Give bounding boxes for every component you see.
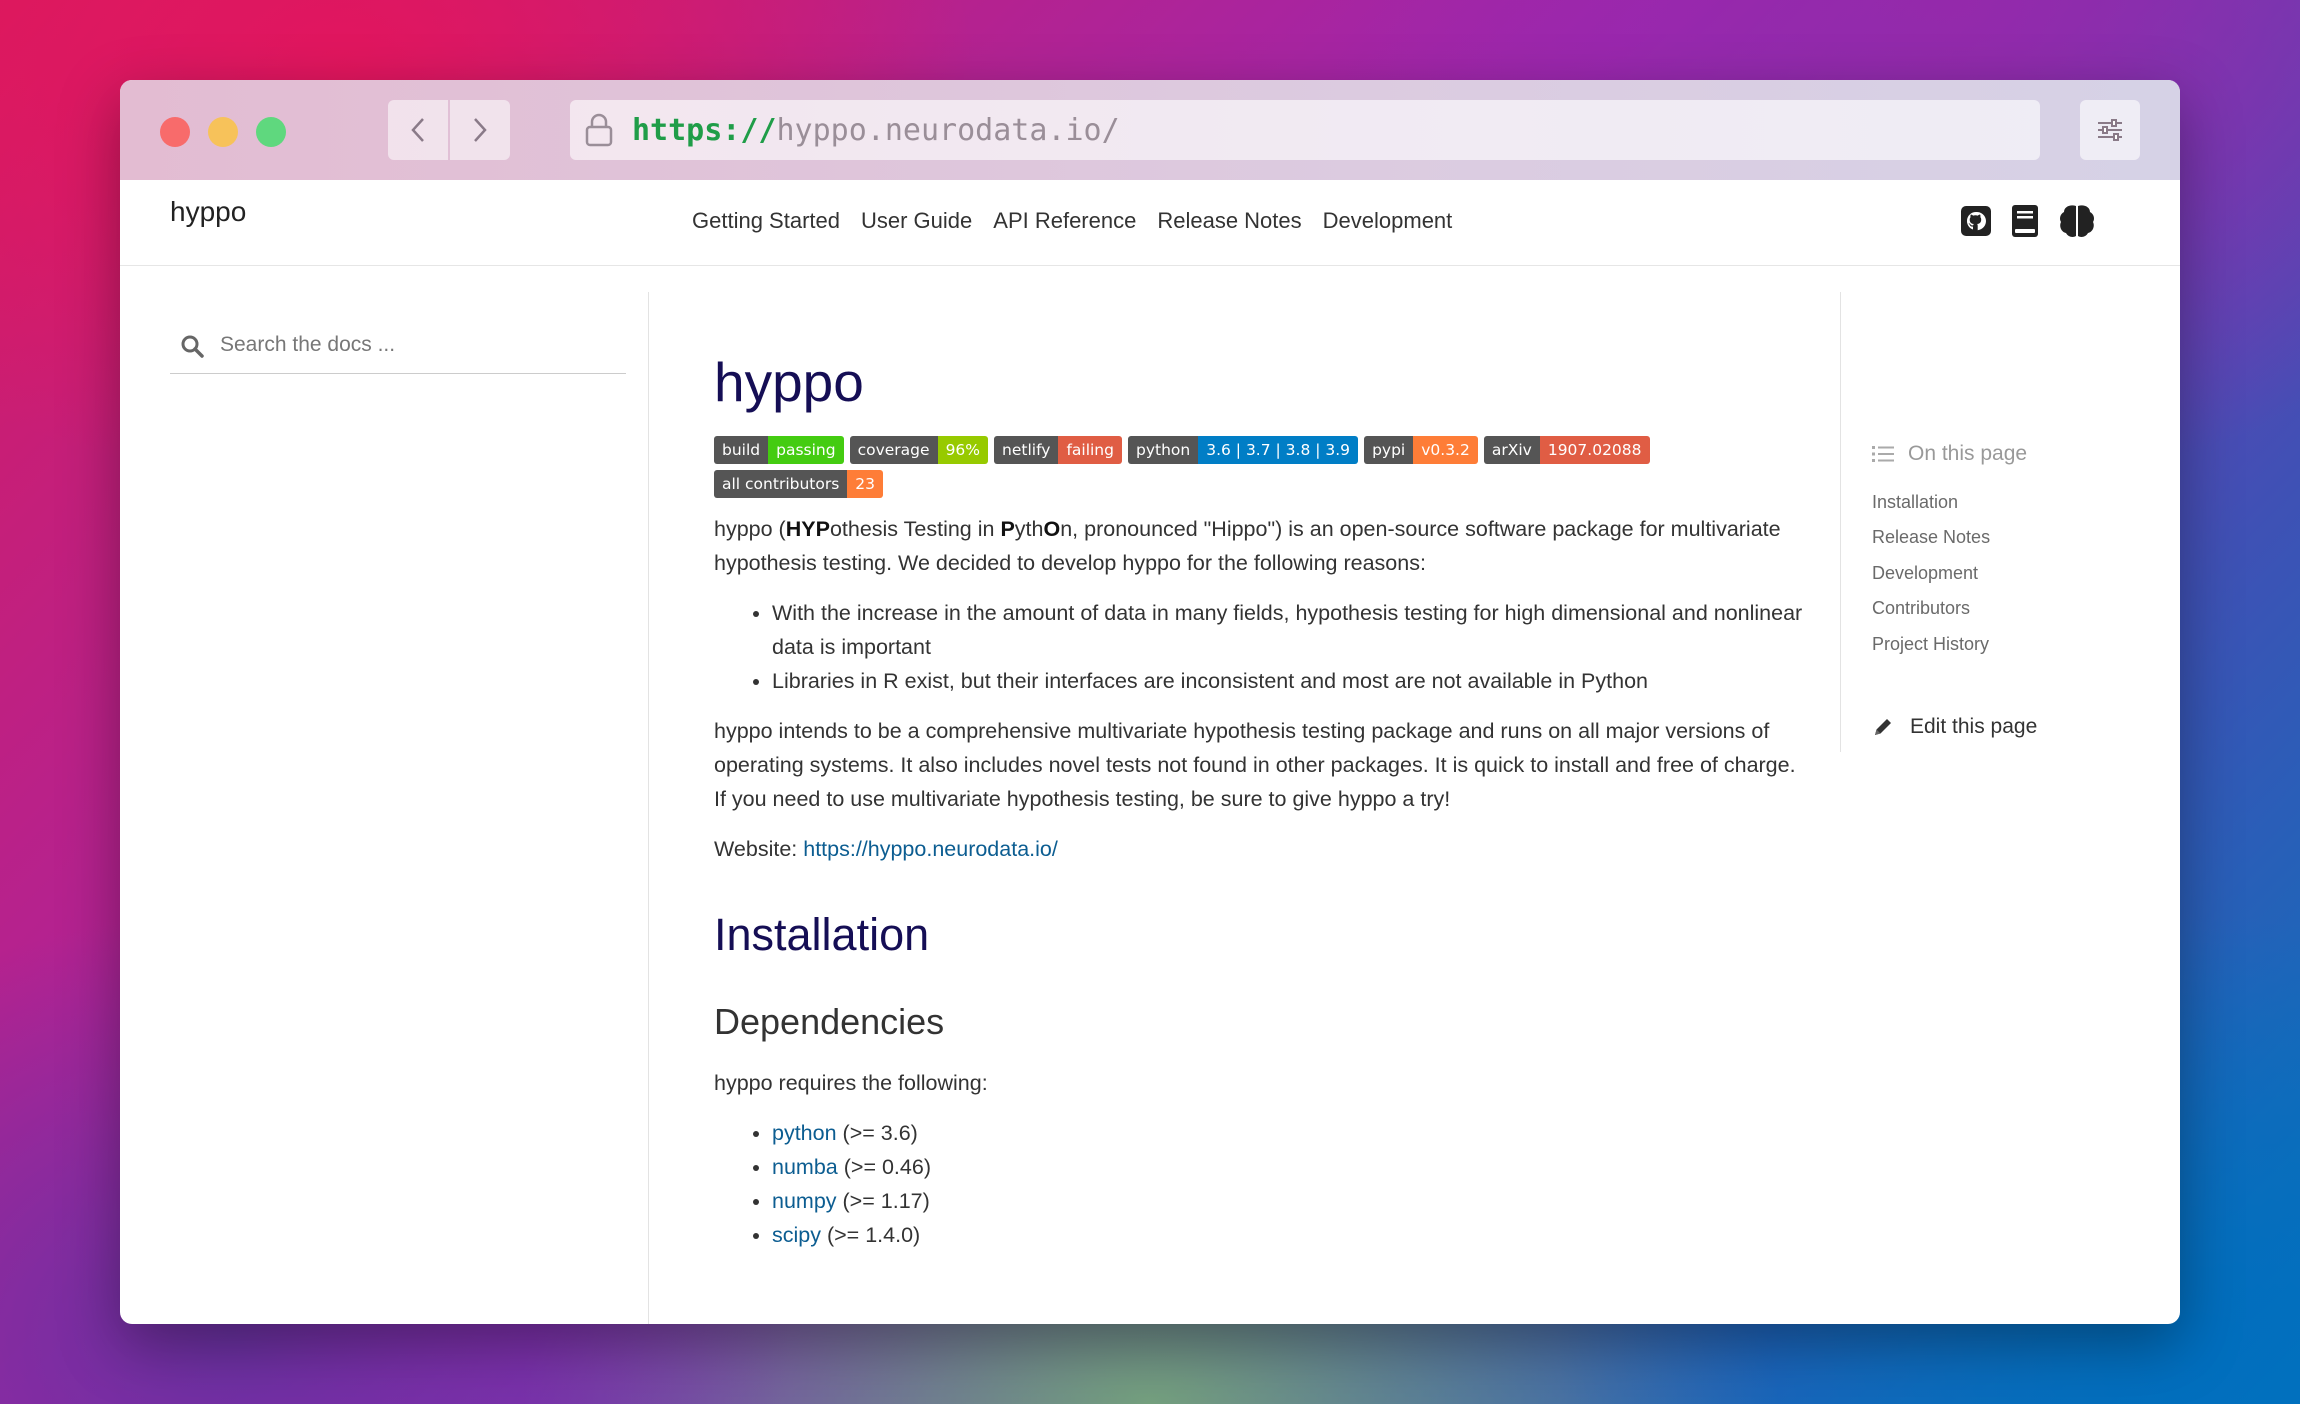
- search-icon: [181, 335, 204, 358]
- toc-item-release-notes[interactable]: Release Notes: [1872, 527, 2037, 562]
- github-icon[interactable]: [1960, 205, 1992, 237]
- dependency-list: python (>= 3.6) numba (>= 0.46) numpy (>…: [772, 1116, 1804, 1252]
- minimize-window-button[interactable]: [208, 117, 238, 147]
- toc-divider: [1840, 292, 1841, 752]
- chevron-left-icon: [411, 118, 424, 142]
- badge-value: failing: [1058, 436, 1122, 464]
- brain-icon[interactable]: [2058, 204, 2096, 238]
- badge-label: pypi: [1364, 436, 1414, 464]
- navbar-icons: [1960, 204, 2096, 238]
- badge-value: 96%: [937, 436, 989, 464]
- toc-item-contributors[interactable]: Contributors: [1872, 598, 2037, 633]
- toc-item-project-history[interactable]: Project History: [1872, 634, 2037, 669]
- forward-button[interactable]: [450, 100, 510, 160]
- installation-heading: Installation: [714, 909, 930, 960]
- sidebar-divider: [648, 292, 649, 1324]
- search-placeholder: Search the docs ...: [220, 333, 396, 356]
- description-paragraph: hyppo intends to be a comprehensive mult…: [714, 719, 1796, 811]
- page-title: hyppo: [714, 351, 864, 413]
- list-item: With the increase in the amount of data …: [772, 596, 1804, 664]
- status-badge[interactable]: all contributors 23: [714, 470, 884, 498]
- maximize-window-button[interactable]: [256, 117, 286, 147]
- badge-label: python: [1127, 436, 1199, 464]
- badge-value: passing: [768, 436, 844, 464]
- website-link[interactable]: https://hyppo.neurodata.io/: [803, 837, 1058, 861]
- status-badge[interactable]: netlify failing: [994, 436, 1122, 464]
- dependency-link[interactable]: numpy: [772, 1189, 837, 1213]
- status-badge[interactable]: python 3.6 | 3.7 | 3.8 | 3.9: [1127, 436, 1359, 464]
- menu-release-notes[interactable]: Release Notes: [1157, 208, 1301, 234]
- dependency-item: scipy (>= 1.4.0): [772, 1218, 1804, 1252]
- docs-search[interactable]: Search the docs ...: [170, 320, 626, 374]
- list-icon: [1872, 446, 1894, 462]
- site-brand[interactable]: hyppo: [170, 196, 246, 228]
- dependency-link[interactable]: scipy: [772, 1223, 821, 1247]
- lock-icon: [585, 113, 613, 147]
- status-badge[interactable]: coverage 96%: [849, 436, 989, 464]
- address-bar[interactable]: https://hyppo.neurodata.io/: [570, 100, 2040, 160]
- dependencies-heading: Dependencies: [714, 1001, 945, 1042]
- browser-chrome: https://hyppo.neurodata.io/: [120, 80, 2180, 180]
- requires-text: hyppo requires the following:: [714, 1071, 988, 1095]
- badge-value: 23: [847, 470, 884, 498]
- url-protocol: https://: [632, 112, 777, 148]
- dependency-item: python (>= 3.6): [772, 1116, 1804, 1150]
- badge-value: v0.3.2: [1413, 436, 1478, 464]
- main-content: hyppo build passing coverage 96% netlify fail…: [714, 352, 1804, 1268]
- badge-label: all contributors: [714, 470, 848, 498]
- menu-api-reference[interactable]: API Reference: [993, 208, 1136, 234]
- page-toc: On this page Installation Release Notes …: [1872, 442, 2037, 739]
- badge-row: build passing coverage 96% netlify failing pyt…: [714, 436, 1694, 498]
- settings-button[interactable]: [2080, 100, 2140, 160]
- edit-page-link[interactable]: Edit this page: [1872, 715, 2037, 739]
- chevron-right-icon: [474, 118, 487, 142]
- list-item: Libraries in R exist, but their interfac…: [772, 664, 1804, 698]
- site-navbar: hyppo Getting Started User Guide API Ref…: [120, 180, 2180, 266]
- menu-getting-started[interactable]: Getting Started: [692, 208, 840, 234]
- close-window-button[interactable]: [160, 117, 190, 147]
- book-icon[interactable]: [2010, 204, 2040, 238]
- dependency-item: numpy (>= 1.17): [772, 1184, 1804, 1218]
- badge-value: 3.6 | 3.7 | 3.8 | 3.9: [1198, 436, 1359, 464]
- badge-label: coverage: [849, 436, 938, 464]
- url-host: hyppo.neurodata.io/: [776, 112, 1120, 148]
- toc-item-development[interactable]: Development: [1872, 563, 2037, 598]
- dependency-item: numba (>= 0.46): [772, 1150, 1804, 1184]
- menu-development[interactable]: Development: [1323, 208, 1453, 234]
- status-badge[interactable]: arXiv 1907.02088: [1483, 436, 1650, 464]
- badge-label: netlify: [994, 436, 1059, 464]
- badge-value: 1907.02088: [1539, 436, 1650, 464]
- website-line: Website: https://hyppo.neurodata.io/: [714, 837, 1058, 861]
- status-badge[interactable]: pypi v0.3.2: [1364, 436, 1478, 464]
- browser-window: https://hyppo.neurodata.io/ hyppo Gettin…: [120, 80, 2180, 1324]
- intro-paragraph: hyppo (HYPothesis Testing in PythOn, pro…: [714, 517, 1781, 575]
- status-badge[interactable]: build passing: [714, 436, 844, 464]
- badge-label: build: [714, 436, 769, 464]
- main-menu: Getting Started User Guide API Reference…: [692, 208, 1452, 234]
- toc-item-installation[interactable]: Installation: [1872, 492, 2037, 527]
- dependency-link[interactable]: python: [772, 1121, 837, 1145]
- reasons-list: With the increase in the amount of data …: [772, 596, 1804, 698]
- menu-user-guide[interactable]: User Guide: [861, 208, 972, 234]
- dependency-link[interactable]: numba: [772, 1155, 838, 1179]
- badge-label: arXiv: [1483, 436, 1540, 464]
- sliders-icon: [2098, 119, 2122, 141]
- back-button[interactable]: [388, 100, 448, 160]
- toc-heading: On this page: [1872, 442, 2037, 466]
- pencil-icon: [1875, 718, 1891, 735]
